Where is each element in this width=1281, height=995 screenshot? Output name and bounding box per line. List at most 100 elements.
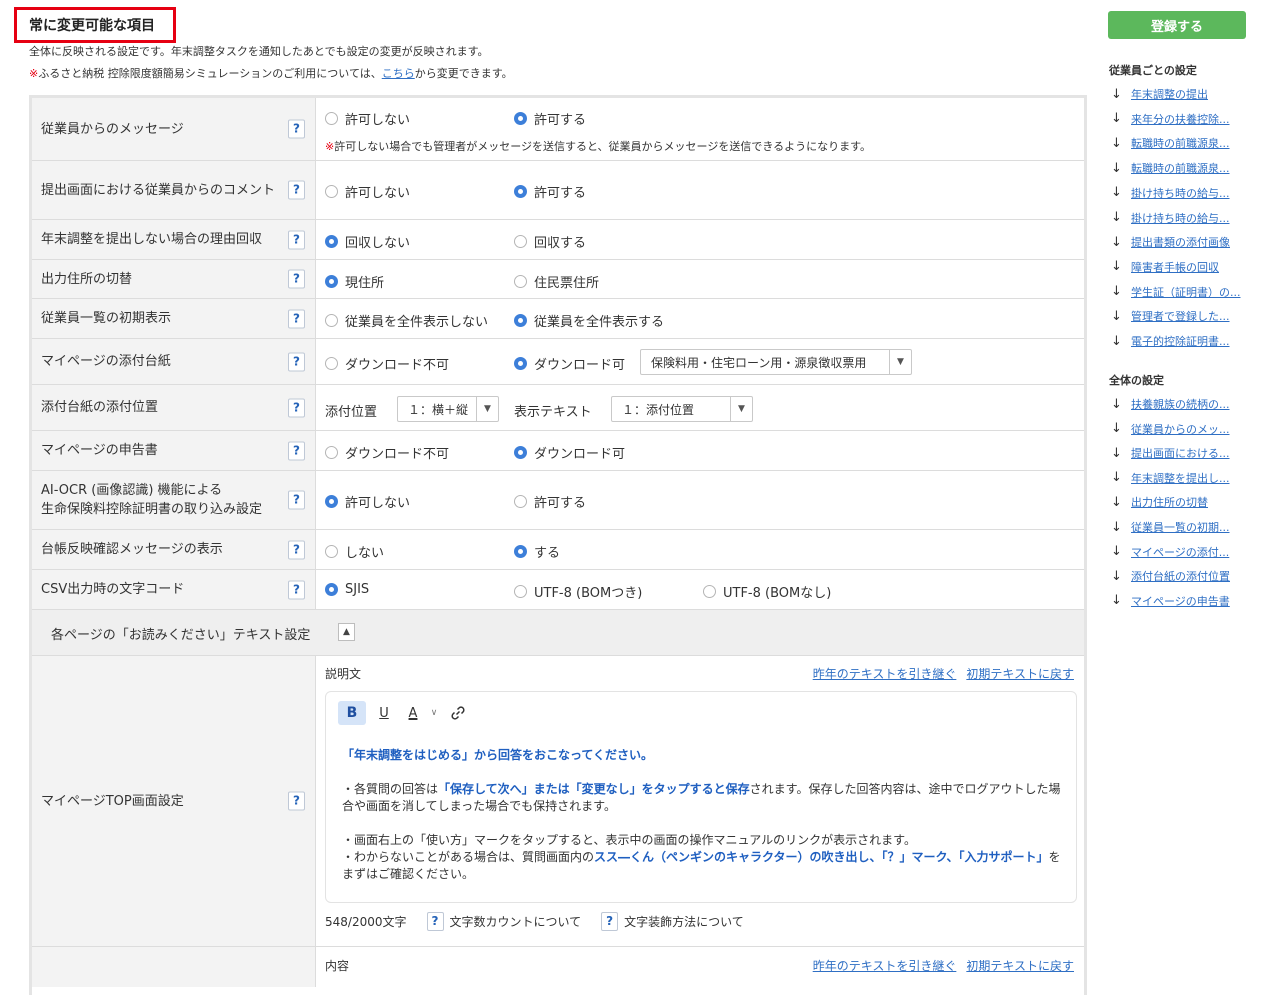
sidebar-item-global-1[interactable]: ↓ 従業員からのメッ... <box>1111 421 1230 437</box>
sidebar-item-global-3[interactable]: ↓ 年末調整を提出し... <box>1111 470 1230 486</box>
arrow-down-icon: ↓ <box>1111 210 1122 225</box>
sidebar-item-employee-5[interactable]: ↓ 掛け持ち時の給与... <box>1111 210 1230 226</box>
sidebar-item-global-5[interactable]: ↓ 従業員一覧の初期... <box>1111 519 1230 535</box>
sidebar-link[interactable]: 扶養親族の続柄の... <box>1131 396 1230 412</box>
attach-sheet-select[interactable]: 保険料用・住宅ローン用・源泉徴収票用 ▼ <box>640 349 912 375</box>
rich-text-editor[interactable]: B U A ∨ 「年末調整をはじめる」から回答をおこなってください。 ・各質問の… <box>325 691 1077 903</box>
radio-download[interactable]: ダウンロード可 <box>514 354 625 373</box>
radio-utf8-nobom[interactable]: UTF-8 (BOMなし) <box>703 582 831 601</box>
radio-no-collect[interactable]: 回収しない <box>325 232 410 251</box>
submit-button[interactable]: 登録する <box>1108 11 1246 39</box>
sidebar-item-employee-2[interactable]: ↓ 転職時の前職源泉... <box>1111 135 1230 151</box>
radio-disallow[interactable]: 許可しない <box>325 182 410 201</box>
radio-disallow[interactable]: 許可しない <box>325 109 410 128</box>
sidebar-item-global-7[interactable]: ↓ 添付台紙の添付位置 <box>1111 568 1230 584</box>
link-icon[interactable] <box>444 701 472 725</box>
radio-allow[interactable]: 許可する <box>514 182 586 201</box>
reset-text-link[interactable]: 初期テキストに戻す <box>966 667 1074 681</box>
radio-utf8-bom[interactable]: UTF-8 (BOMつき) <box>514 582 642 601</box>
help-icon[interactable]: ? <box>288 230 305 249</box>
sidebar-item-employee-10[interactable]: ↓ 電子的控除証明書... <box>1111 333 1230 349</box>
radio-disallow[interactable]: 許可しない <box>325 492 410 511</box>
sidebar-item-employee-3[interactable]: ↓ 転職時の前職源泉... <box>1111 160 1230 176</box>
display-text-select[interactable]: １：添付位置 ▼ <box>611 396 753 422</box>
sidebar-link[interactable]: 電子的控除証明書... <box>1131 333 1230 349</box>
sidebar-link[interactable]: 管理者で登録した... <box>1131 308 1230 324</box>
sidebar-link[interactable]: 掛け持ち時の給与... <box>1131 185 1230 201</box>
help-icon[interactable]: ? <box>601 912 619 931</box>
sidebar-item-global-6[interactable]: ↓ マイページの添付... <box>1111 544 1229 560</box>
radio-allow[interactable]: 許可する <box>514 492 586 511</box>
sidebar-link[interactable]: 従業員からのメッ... <box>1131 421 1230 437</box>
text-color-button[interactable]: A <box>402 701 424 725</box>
help-icon[interactable]: ? <box>288 791 305 811</box>
inherit-last-year-link[interactable]: 昨年のテキストを引き継ぐ <box>813 959 957 973</box>
sidebar-item-employee-9[interactable]: ↓ 管理者で登録した... <box>1111 308 1230 324</box>
chevron-down-icon[interactable]: ∨ <box>428 701 440 725</box>
radio-no-download[interactable]: ダウンロード不可 <box>325 443 449 462</box>
help-icon[interactable]: ? <box>288 398 305 417</box>
help-icon[interactable]: ? <box>288 269 305 289</box>
scrollbar[interactable] <box>1269 0 1277 978</box>
help-icon[interactable]: ? <box>288 119 305 139</box>
sidebar-link[interactable]: マイページの申告書 <box>1131 593 1230 609</box>
sidebar-item-global-2[interactable]: ↓ 提出画面における... <box>1111 445 1230 461</box>
sidebar-item-employee-1[interactable]: ↓ 来年分の扶養控除... <box>1111 111 1230 127</box>
setting-row-declaration: マイページの申告書? ダウンロード不可 ダウンロード可 <box>32 431 1084 471</box>
furusato-link[interactable]: こちら <box>382 67 415 80</box>
help-icon[interactable]: ? <box>288 180 305 200</box>
sidebar-link[interactable]: 障害者手帳の回収 <box>1131 259 1219 275</box>
sidebar-link[interactable]: 出力住所の切替 <box>1131 494 1208 510</box>
sidebar-link[interactable]: 提出書類の添付画像 <box>1131 234 1230 250</box>
help-icon[interactable]: ? <box>288 540 305 559</box>
sidebar-item-employee-0[interactable]: ↓ 年末調整の提出 <box>1111 86 1208 102</box>
sidebar-link[interactable]: 学生証（証明書）の... <box>1131 284 1241 300</box>
help-icon[interactable]: ? <box>288 580 305 599</box>
row-label: CSV出力時の文字コード? <box>32 570 316 609</box>
radio-no-download[interactable]: ダウンロード不可 <box>325 354 449 373</box>
message-note: ※許可しない場合でも管理者がメッセージを送信すると、従業員からメッセージを送信で… <box>325 138 871 154</box>
help-icon[interactable]: ? <box>426 912 444 931</box>
help-icon[interactable]: ? <box>288 490 305 510</box>
sidebar-link[interactable]: 転職時の前職源泉... <box>1131 135 1230 151</box>
radio-collect[interactable]: 回収する <box>514 232 586 251</box>
bold-button[interactable]: B <box>338 701 366 725</box>
radio-label: 現住所 <box>345 276 385 291</box>
collapse-icon[interactable]: ▲ <box>338 623 355 641</box>
radio-download[interactable]: ダウンロード可 <box>514 443 625 462</box>
help-icon[interactable]: ? <box>288 309 305 328</box>
sidebar-item-global-8[interactable]: ↓ マイページの申告書 <box>1111 593 1230 609</box>
arrow-down-icon: ↓ <box>1111 494 1122 510</box>
sidebar-item-employee-6[interactable]: ↓ 提出書類の添付画像 <box>1111 234 1230 250</box>
radio-allow[interactable]: 許可する <box>514 109 586 128</box>
position-select[interactable]: １：横＋縦 ▼ <box>397 396 499 422</box>
row-label-text: 従業員一覧の初期表示 <box>41 311 172 326</box>
sidebar-link[interactable]: 来年分の扶養控除... <box>1131 111 1230 127</box>
sidebar-link[interactable]: 年末調整を提出し... <box>1131 470 1230 486</box>
help-icon[interactable]: ? <box>288 352 305 371</box>
radio-hide-all[interactable]: 従業員を全件表示しない <box>325 311 488 330</box>
radio-sjis[interactable]: SJIS <box>325 582 369 597</box>
sidebar-link[interactable]: 提出画面における... <box>1131 445 1230 461</box>
sidebar-item-employee-8[interactable]: ↓ 学生証（証明書）の... <box>1111 284 1241 300</box>
sidebar-link[interactable]: 転職時の前職源泉... <box>1131 160 1230 176</box>
editor-content[interactable]: 「年末調整をはじめる」から回答をおこなってください。 ・各質問の回答は「保存して… <box>342 747 1062 883</box>
sidebar-item-employee-4[interactable]: ↓ 掛け持ち時の給与... <box>1111 185 1230 201</box>
sidebar-link[interactable]: 年末調整の提出 <box>1131 86 1208 102</box>
sidebar-link[interactable]: 従業員一覧の初期... <box>1131 519 1230 535</box>
sidebar-link[interactable]: マイページの添付... <box>1131 544 1229 560</box>
sidebar-link[interactable]: 掛け持ち時の給与... <box>1131 210 1230 226</box>
radio-hide[interactable]: しない <box>325 542 384 561</box>
radio-current-address[interactable]: 現住所 <box>325 272 384 291</box>
sidebar-item-global-0[interactable]: ↓ 扶養親族の続柄の... <box>1111 396 1230 412</box>
radio-show-all[interactable]: 従業員を全件表示する <box>514 311 664 330</box>
underline-button[interactable]: U <box>370 701 398 725</box>
reset-text-link[interactable]: 初期テキストに戻す <box>966 959 1074 973</box>
sidebar-item-global-4[interactable]: ↓ 出力住所の切替 <box>1111 494 1208 510</box>
sidebar-item-employee-7[interactable]: ↓ 障害者手帳の回収 <box>1111 259 1219 275</box>
sidebar-link[interactable]: 添付台紙の添付位置 <box>1131 568 1230 584</box>
radio-registered-address[interactable]: 住民票住所 <box>514 272 599 291</box>
radio-show[interactable]: する <box>514 542 560 561</box>
help-icon[interactable]: ? <box>288 441 305 460</box>
inherit-last-year-link[interactable]: 昨年のテキストを引き継ぐ <box>813 667 957 681</box>
